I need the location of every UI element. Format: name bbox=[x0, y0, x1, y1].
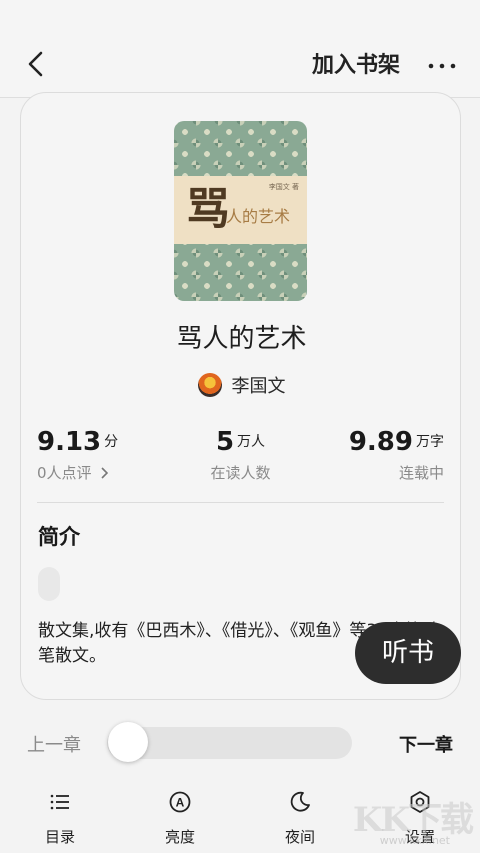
listen-button[interactable]: 听书 bbox=[355, 622, 461, 684]
intro-heading: 简介 bbox=[38, 525, 80, 549]
brightness-icon: A bbox=[169, 791, 191, 813]
readers-unit: 万人 bbox=[237, 434, 266, 450]
cover-title-band: 李国文 著 骂 人的艺术 bbox=[174, 176, 307, 244]
review-count: 0人点评 bbox=[37, 464, 92, 482]
toc-label: 目录 bbox=[44, 828, 75, 846]
toc-button[interactable]: 目录 bbox=[20, 790, 100, 847]
book-cover[interactable]: 李国文 著 骂 人的艺术 bbox=[174, 121, 307, 301]
cover-author: 李国文 著 bbox=[268, 183, 299, 191]
rating-value: 9.13 bbox=[37, 427, 102, 457]
back-button[interactable] bbox=[22, 50, 50, 78]
next-chapter-button[interactable]: 下一章 bbox=[399, 731, 453, 757]
author-name: 李国文 bbox=[231, 376, 286, 397]
rating-stat[interactable]: 9.13 分 0人点评 bbox=[37, 425, 184, 483]
chapter-bar: 上一章 下一章 bbox=[0, 712, 480, 772]
book-info-card: 李国文 著 骂 人的艺术 骂人的艺术 李国文 9.13 分 0人点评 5 万人 在读… bbox=[20, 92, 461, 700]
wordcount-value: 9.89 bbox=[348, 427, 413, 457]
more-button[interactable] bbox=[424, 50, 460, 82]
night-mode-label: 夜间 bbox=[284, 828, 315, 846]
brightness-button[interactable]: A 亮度 bbox=[140, 790, 220, 847]
night-mode-button[interactable]: 夜间 bbox=[260, 790, 340, 847]
list-icon bbox=[50, 794, 69, 810]
more-dots-icon bbox=[428, 63, 456, 69]
moon-icon bbox=[290, 791, 310, 812]
add-to-shelf-button[interactable]: 加入书架 bbox=[312, 50, 400, 82]
book-title: 骂人的艺术 bbox=[176, 324, 307, 354]
tag-placeholder bbox=[38, 567, 60, 601]
author-avatar bbox=[197, 373, 222, 397]
top-bar: 加入书架 bbox=[0, 0, 480, 98]
author-row[interactable]: 李国文 bbox=[21, 369, 460, 401]
cover-big-char: 骂 bbox=[186, 184, 230, 235]
prev-chapter-button[interactable]: 上一章 bbox=[27, 731, 81, 757]
readers-stat: 5 万人 在读人数 bbox=[167, 425, 314, 483]
readers-value: 5 bbox=[215, 427, 235, 457]
divider bbox=[37, 502, 444, 503]
wordcount-unit: 万字 bbox=[416, 434, 444, 450]
rating-unit: 分 bbox=[104, 434, 119, 450]
svg-text:A: A bbox=[176, 796, 185, 810]
brightness-label: 亮度 bbox=[164, 828, 195, 846]
watermark-site: www.kkx.net bbox=[379, 834, 450, 847]
chevron-left-icon bbox=[28, 51, 43, 77]
readers-label: 在读人数 bbox=[210, 464, 271, 482]
cover-subtitle: 人的艺术 bbox=[226, 207, 291, 226]
wordcount-stat: 9.89 万字 连载中 bbox=[299, 425, 444, 483]
slider-handle[interactable] bbox=[108, 722, 148, 762]
serial-status: 连载中 bbox=[398, 464, 444, 482]
chevron-right-icon bbox=[101, 467, 109, 479]
